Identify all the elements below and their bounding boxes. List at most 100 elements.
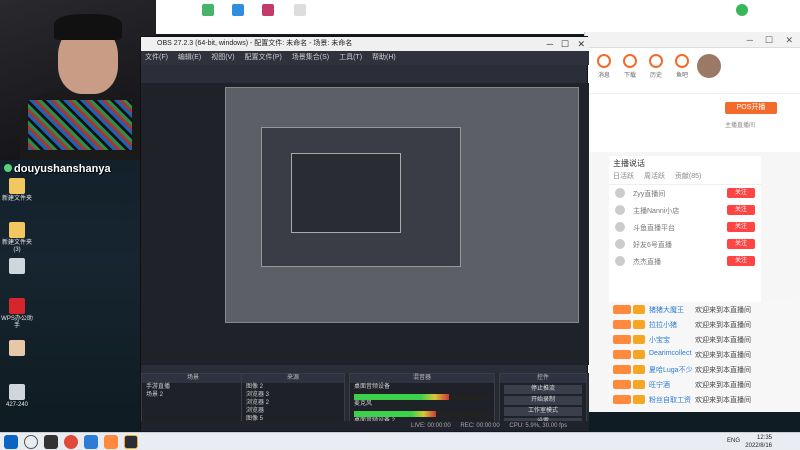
header-icon-fishbar[interactable]: 鱼吧 — [669, 54, 695, 79]
chat-user[interactable]: 拉拉小猪 — [649, 320, 677, 330]
rank-row[interactable]: 杰杰直播 关注 — [609, 253, 761, 270]
scenes-dock-title: 场景 — [142, 374, 244, 383]
fishbar-icon — [675, 54, 689, 68]
maximize-icon[interactable]: ☐ — [561, 37, 569, 51]
avatar — [615, 205, 625, 215]
app-icon[interactable] — [84, 435, 98, 449]
menu-help[interactable]: 帮助(H) — [372, 54, 396, 61]
start-broadcast-button[interactable]: POS开播 — [725, 102, 777, 114]
folder-icon — [9, 178, 25, 194]
clock-date: 2022/8/16 — [745, 443, 772, 449]
follow-button[interactable]: 关注 — [727, 205, 755, 215]
menu-edit[interactable]: 编辑(E) — [178, 54, 201, 61]
cpu-fps: CPU: 5.9%, 30.00 fps — [509, 423, 568, 429]
avatar — [615, 239, 625, 249]
chat-user[interactable]: 猪猪大魔王 — [649, 305, 684, 315]
start-recording-button[interactable]: 开始录制 — [504, 396, 582, 405]
header-icon-label: 历史 — [649, 73, 662, 79]
menu-profile[interactable]: 配置文件(P) — [245, 54, 282, 61]
avatar[interactable] — [697, 54, 721, 78]
webcam-shirt-pattern — [28, 100, 132, 150]
menu-tools[interactable]: 工具(T) — [339, 54, 362, 61]
file-icon — [9, 340, 25, 356]
fan-badge — [633, 350, 645, 359]
close-icon[interactable]: ✕ — [577, 37, 585, 51]
rank-row[interactable]: Zyy直播间 关注 — [609, 185, 761, 202]
rank-row[interactable]: 主播Nanni小店 关注 — [609, 202, 761, 219]
header-icon-download[interactable]: 下载 — [617, 54, 643, 79]
language-indicator[interactable]: ENG — [727, 438, 740, 444]
obs-titlebar: OBS 27.2.3 (64-bit, windows) - 配置文件: 未命名… — [141, 37, 589, 51]
minimize-icon[interactable]: ─ — [747, 35, 753, 45]
minimize-icon[interactable]: ─ — [547, 37, 553, 51]
obs-window: OBS 27.2.3 (64-bit, windows) - 配置文件: 未命名… — [140, 36, 589, 431]
follow-button[interactable]: 关注 — [727, 222, 755, 232]
header-icon-label: 下载 — [623, 73, 636, 79]
chat-message: 旺宁酒 欢迎来到本直播间 — [609, 377, 799, 392]
obs-preview[interactable] — [141, 83, 589, 365]
controls-dock-title: 控件 — [500, 374, 586, 383]
chrome-icon[interactable] — [64, 435, 78, 449]
header-icon-history[interactable]: 历史 — [643, 54, 669, 79]
search-icon[interactable] — [24, 435, 38, 449]
header-icon-label: 鱼吧 — [675, 73, 688, 79]
rank-name: Zyy直播间 — [633, 191, 666, 198]
windows-taskbar: ENG 12:35 2022/8/16 — [0, 432, 800, 450]
app-icon[interactable] — [262, 4, 274, 16]
menu-scene-collection[interactable]: 场景集合(S) — [292, 54, 329, 61]
close-icon[interactable]: ✕ — [785, 35, 793, 46]
audio-meter[interactable] — [354, 411, 490, 417]
source-item[interactable]: 浏览器 — [242, 407, 344, 415]
app-icon[interactable] — [202, 4, 214, 16]
source-item[interactable]: 浏览器 2 — [242, 399, 344, 407]
app-icon[interactable] — [104, 435, 118, 449]
menu-file[interactable]: 文件(F) — [145, 54, 168, 61]
source-item[interactable]: 浏览器 3 — [242, 391, 344, 399]
header-icon-messages[interactable]: 消息 — [591, 54, 617, 79]
desktop-icon-wps[interactable]: WPS办公助手 — [0, 298, 34, 330]
desktop-icon-new-folder-3[interactable]: 新建文件夹(3) — [0, 222, 34, 254]
top-app-strip — [156, 0, 800, 34]
chat-user[interactable]: Dearimcollect — [649, 350, 691, 357]
follow-button[interactable]: 关注 — [727, 239, 755, 249]
fan-badge — [633, 320, 645, 329]
scene-item[interactable]: 场景 2 — [142, 391, 244, 399]
desktop-icon-427[interactable]: 427-240 — [0, 384, 34, 409]
app-icon[interactable] — [232, 4, 244, 16]
maximize-icon[interactable]: ☐ — [765, 35, 773, 46]
taskview-icon[interactable] — [44, 435, 58, 449]
obs-taskbar-icon[interactable] — [124, 435, 138, 449]
tab-weekly[interactable]: 周活跃 — [644, 173, 665, 180]
tab-daily[interactable]: 日活跃 — [613, 173, 634, 180]
start-icon[interactable] — [4, 435, 18, 449]
chat-message: 夏哈Luga不少 欢迎来到本直播间 — [609, 362, 799, 377]
wechat-icon[interactable] — [736, 4, 748, 16]
desktop-icon-new-folder[interactable]: 新建文件夹 — [0, 178, 34, 203]
audio-meter[interactable] — [354, 394, 490, 400]
studio-mode-button[interactable]: 工作室模式 — [504, 407, 582, 416]
chat-user[interactable]: 旺宁酒 — [649, 380, 670, 390]
profile-panel: POS开播 主播直播间 — [585, 94, 800, 152]
rank-row[interactable]: 斗鱼直播平台 关注 — [609, 219, 761, 236]
source-item[interactable]: 图像 2 — [242, 383, 344, 391]
tab-contribution[interactable]: 贡献(85) — [675, 173, 701, 180]
app-icon[interactable] — [294, 4, 306, 16]
desktop-icon-label: 新建文件夹(3) — [1, 240, 32, 253]
follow-button[interactable]: 关注 — [727, 188, 755, 198]
level-badge — [613, 350, 631, 359]
menu-view[interactable]: 视图(V) — [211, 54, 234, 61]
chat-user[interactable]: 小宝宝 — [649, 335, 670, 345]
desktop-icon-file[interactable] — [0, 258, 34, 276]
chat-user[interactable]: 粉丝自取工资 — [649, 395, 691, 405]
clock[interactable]: 12:35 2022/8/16 — [745, 434, 772, 450]
chat-user[interactable]: 夏哈Luga不少 — [649, 365, 693, 375]
browser-titlebar: ─ ☐ ✕ — [585, 32, 800, 48]
scene-item[interactable]: 手游直播 — [142, 383, 244, 391]
rank-row[interactable]: 好友6号直播 关注 — [609, 236, 761, 253]
follow-button[interactable]: 关注 — [727, 256, 755, 266]
desktop-background: 新建文件夹 新建文件夹(3) WPS办公助手 427-240 douyushan… — [0, 0, 800, 432]
live-timer: LIVE: 00:00:00 — [411, 423, 451, 429]
stop-streaming-button[interactable]: 停止推流 — [504, 385, 582, 394]
browser-window: ─ ☐ ✕ 消息 下载 历史 鱼吧 POS开播 主播直播间 主播说话 日活跃 周… — [584, 32, 800, 412]
desktop-icon-file-2[interactable] — [0, 340, 34, 358]
